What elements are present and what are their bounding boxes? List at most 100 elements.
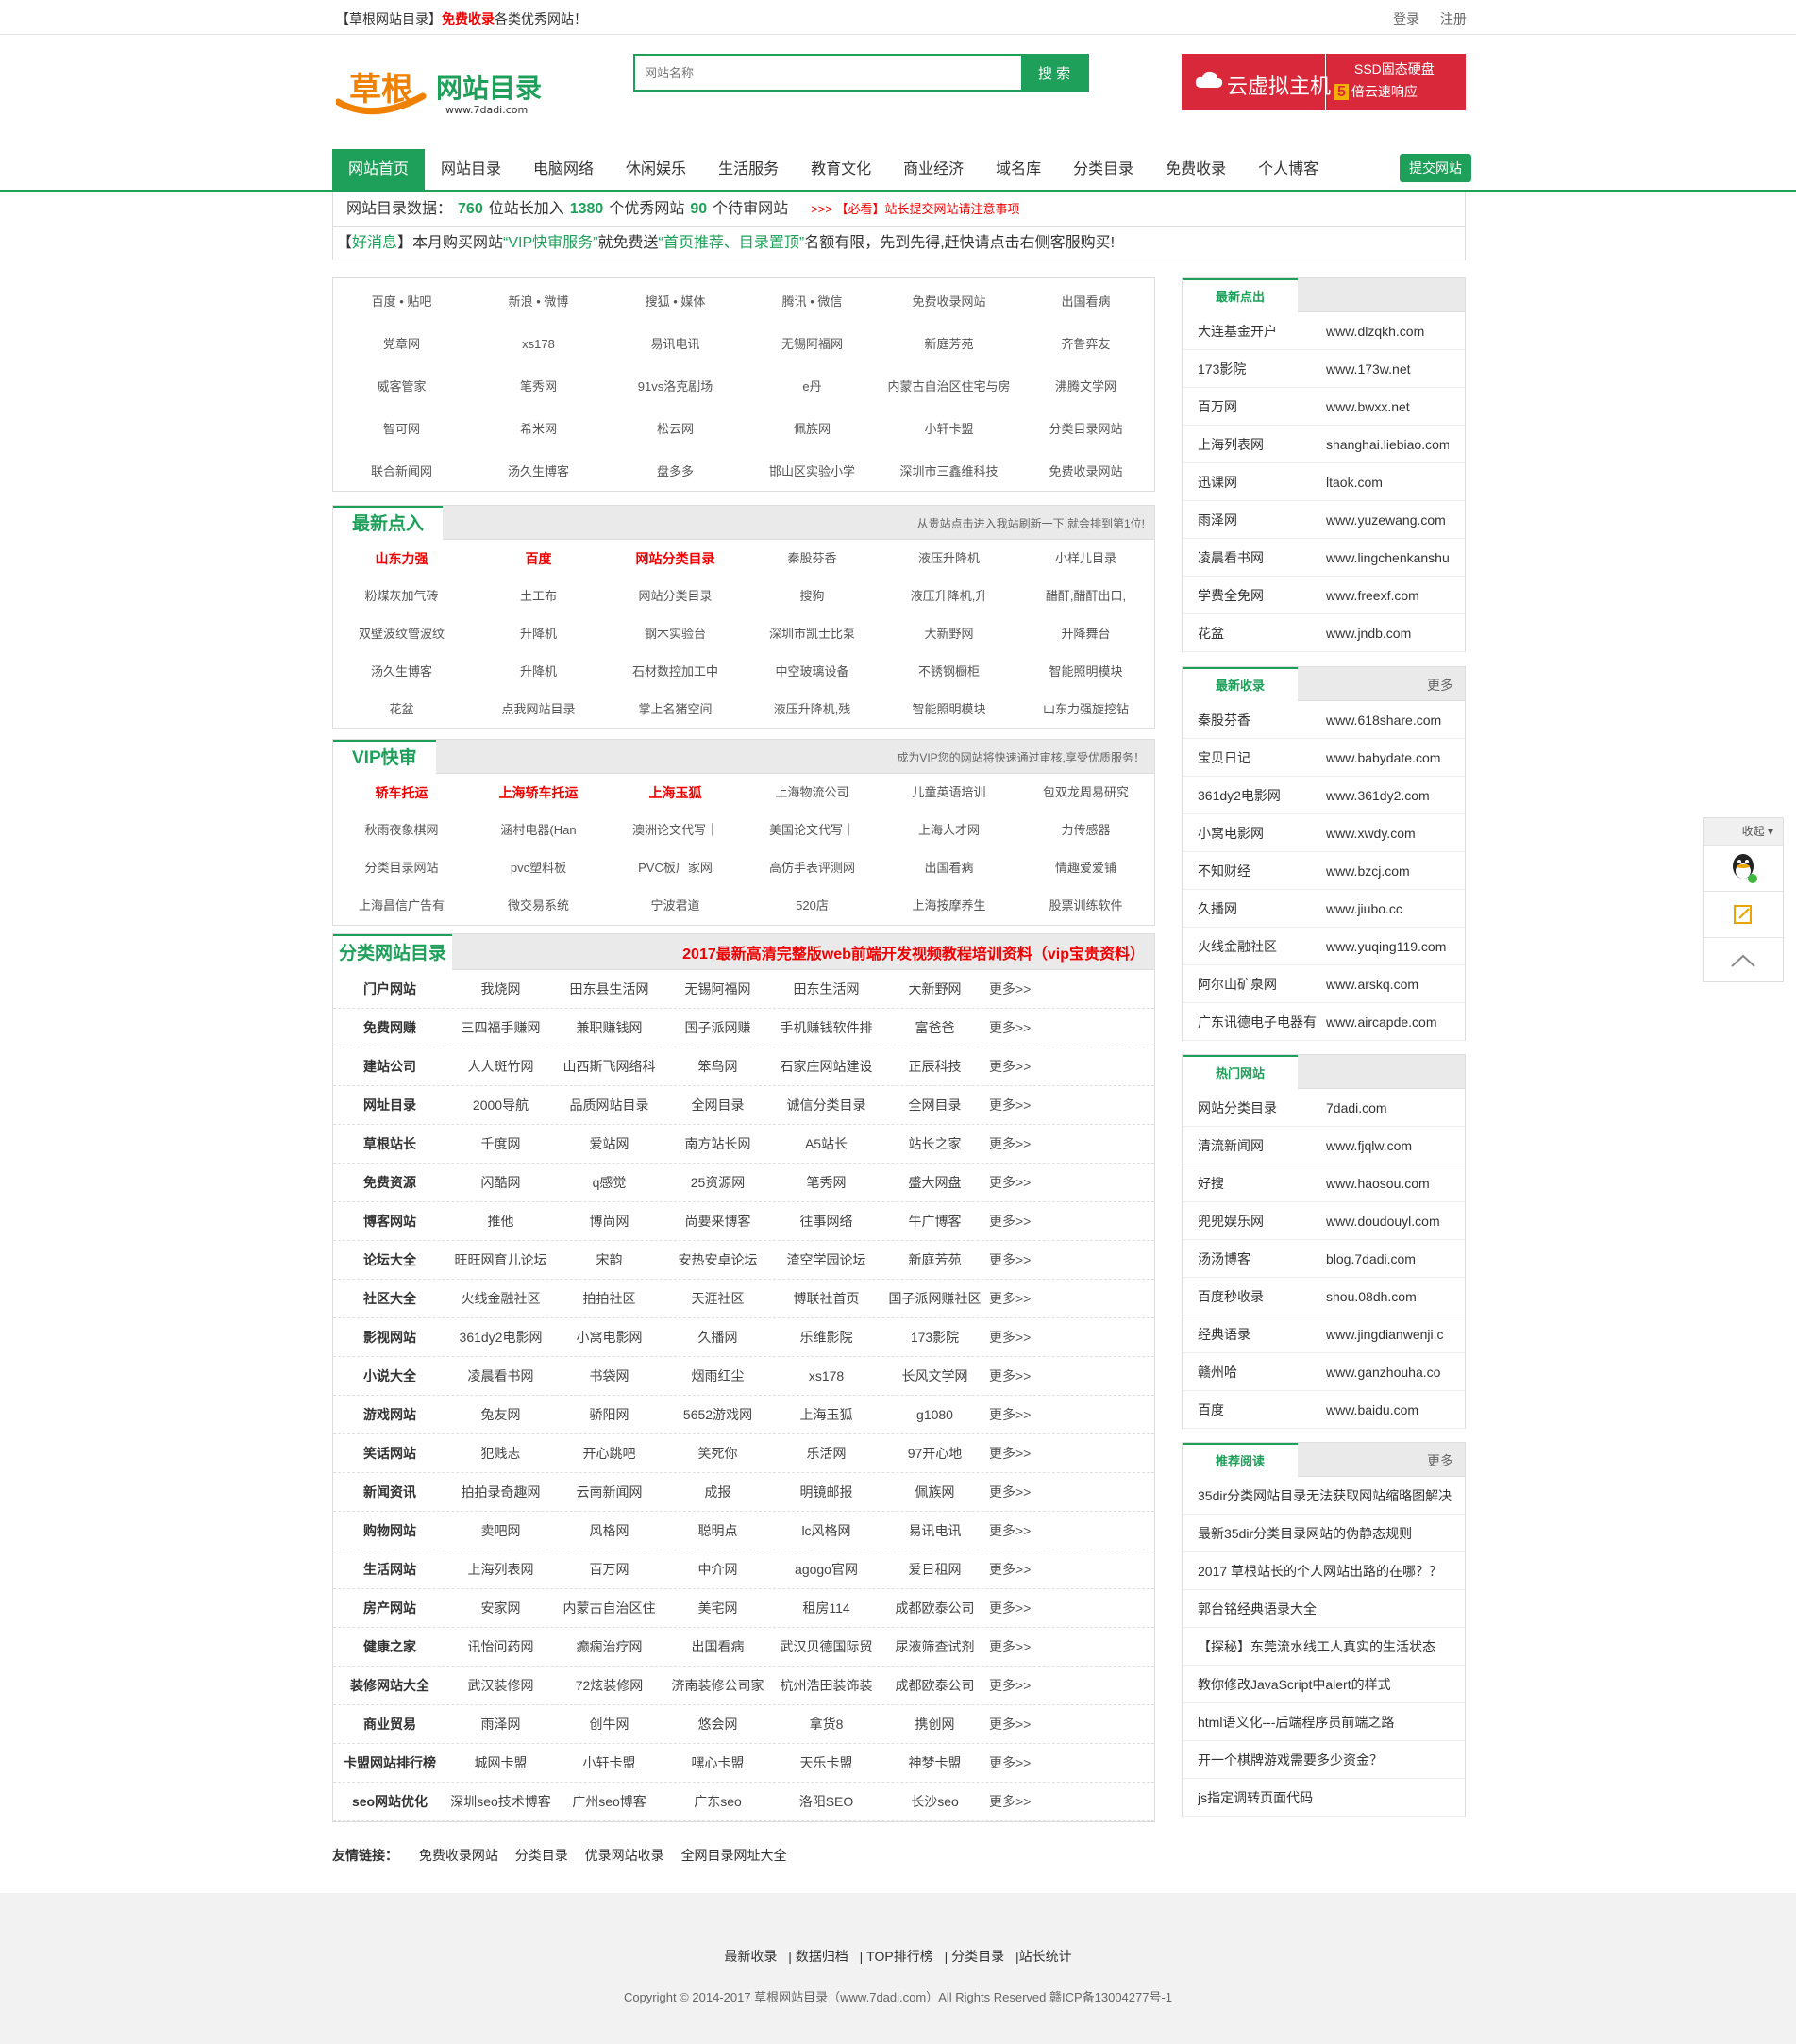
latest-out-item[interactable]: 173影院 www.173w.net <box>1183 350 1465 388</box>
category-site-link[interactable]: 美宅网 <box>663 1589 772 1627</box>
more-link[interactable]: 更多>> <box>989 1047 1098 1085</box>
more-link[interactable]: 更多>> <box>989 1434 1098 1472</box>
category-site-link[interactable]: 广东seo <box>663 1783 772 1820</box>
latest-in-link[interactable]: 智能照明模块 <box>881 691 1017 729</box>
category-name[interactable]: 商业贸易 <box>333 1705 446 1743</box>
category-site-link[interactable]: 爱日租网 <box>881 1550 989 1588</box>
category-site-link[interactable]: 悠会网 <box>663 1705 772 1743</box>
nav-life[interactable]: 生活服务 <box>702 149 795 192</box>
category-site-link[interactable]: 风格网 <box>555 1512 663 1550</box>
category-site-link[interactable]: 田东生活网 <box>772 970 881 1008</box>
category-site-link[interactable]: 拍拍社区 <box>555 1280 663 1317</box>
category-site-link[interactable]: 站长之家 <box>881 1125 989 1163</box>
hot-site-item[interactable]: 清流新闻网 www.fjqlw.com <box>1183 1127 1465 1164</box>
more-link[interactable]: 更多>> <box>989 1318 1098 1356</box>
category-site-link[interactable]: 大新野网 <box>881 970 989 1008</box>
category-site-link[interactable]: 笨鸟网 <box>663 1047 772 1085</box>
category-name[interactable]: 社区大全 <box>333 1280 446 1317</box>
category-site-link[interactable]: 富爸爸 <box>881 1009 989 1047</box>
featured-site-link[interactable]: 汤久生博客 <box>470 450 607 493</box>
nav-category[interactable]: 分类目录 <box>1057 149 1150 192</box>
featured-site-link[interactable]: 盘多多 <box>607 450 744 493</box>
hot-site-item[interactable]: 百度 www.baidu.com <box>1183 1391 1465 1429</box>
category-site-link[interactable]: 尿液筛查试剂 <box>881 1628 989 1666</box>
latest-in-link[interactable]: 升降机 <box>470 653 607 691</box>
category-name[interactable]: 论坛大全 <box>333 1241 446 1279</box>
latest-out-item[interactable]: 大连基金开户 www.dlzqkh.com <box>1183 312 1465 350</box>
category-site-link[interactable]: 牛广博客 <box>881 1202 989 1240</box>
recommended-item[interactable]: js指定调转页面代码 <box>1183 1779 1465 1817</box>
footer-link[interactable]: | TOP排行榜 <box>860 1949 933 1964</box>
category-site-link[interactable]: 小轩卡盟 <box>555 1744 663 1782</box>
hot-sites-title[interactable]: 热门网站 <box>1183 1055 1298 1089</box>
latest-included-item[interactable]: 小窝电影网 www.xwdy.com <box>1183 814 1465 852</box>
footer-link[interactable]: | 分类目录 <box>945 1949 1005 1964</box>
latest-out-item[interactable]: 学费全免网 www.freexf.com <box>1183 577 1465 614</box>
category-site-link[interactable]: 城网卡盟 <box>446 1744 555 1782</box>
category-name[interactable]: 卡盟网站排行榜 <box>333 1744 446 1782</box>
search-button[interactable]: 搜 索 <box>1021 56 1087 90</box>
recommended-item[interactable]: 开一个棋牌游戏需要多少资金？ <box>1183 1741 1465 1779</box>
category-site-link[interactable]: 聪明点 <box>663 1512 772 1550</box>
recommended-item[interactable]: html语义化---后端程序员前端之路 <box>1183 1703 1465 1741</box>
category-site-link[interactable]: 成都欧泰公司 <box>881 1667 989 1704</box>
latest-in-link[interactable]: 石材数控加工中 <box>607 653 744 691</box>
more-link[interactable]: 更多>> <box>989 970 1098 1008</box>
category-site-link[interactable]: 广州seo博客 <box>555 1783 663 1820</box>
category-site-link[interactable]: 洛阳SEO <box>772 1783 881 1820</box>
friend-link[interactable]: 全网目录网址大全 <box>681 1848 787 1863</box>
latest-included-title[interactable]: 最新收录 <box>1183 667 1298 701</box>
category-site-link[interactable]: 安家网 <box>446 1589 555 1627</box>
category-site-link[interactable]: 正辰科技 <box>881 1047 989 1085</box>
latest-included-item[interactable]: 秦股芬香 www.618share.com <box>1183 701 1465 739</box>
category-site-link[interactable]: 天乐卡盟 <box>772 1744 881 1782</box>
category-site-link[interactable]: 国子派网赚社区 <box>881 1280 989 1317</box>
latest-in-link[interactable]: 山东力强 <box>333 540 470 578</box>
category-site-link[interactable]: 笑死你 <box>663 1434 772 1472</box>
category-site-link[interactable]: 新庭芳苑 <box>881 1241 989 1279</box>
featured-site-link[interactable]: xs178 <box>470 323 607 365</box>
more-link[interactable]: 更多>> <box>989 1550 1098 1588</box>
latest-in-link[interactable]: 深圳市凯士比泵 <box>744 615 881 653</box>
featured-site-link[interactable]: 易讯电讯 <box>607 323 744 365</box>
latest-out-item[interactable]: 迅课网 ltaok.com <box>1183 463 1465 501</box>
category-site-link[interactable]: 国子派网赚 <box>663 1009 772 1047</box>
latest-included-item[interactable]: 361dy2电影网 www.361dy2.com <box>1183 777 1465 814</box>
vip-site-link[interactable]: 微交易系统 <box>470 887 607 925</box>
latest-in-link[interactable]: 智能照明模块 <box>1017 653 1154 691</box>
more-link[interactable]: 更多>> <box>989 1628 1098 1666</box>
vip-site-link[interactable]: 520店 <box>744 887 881 925</box>
latest-in-link[interactable]: 醋酐,醋酐出口, <box>1017 578 1154 615</box>
latest-in-link[interactable]: 液压升降机 <box>881 540 1017 578</box>
category-site-link[interactable]: 武汉装修网 <box>446 1667 555 1704</box>
latest-in-link[interactable]: 百度 <box>470 540 607 578</box>
featured-site-link[interactable]: 威客管家 <box>333 365 470 408</box>
latest-in-link[interactable]: 升降机 <box>470 615 607 653</box>
featured-site-link[interactable]: 笔秀网 <box>470 365 607 408</box>
category-site-link[interactable]: 拿货8 <box>772 1705 881 1743</box>
vip-site-link[interactable]: 轿车托运 <box>333 774 470 812</box>
category-name[interactable]: 游戏网站 <box>333 1396 446 1433</box>
category-site-link[interactable]: 闪酷网 <box>446 1164 555 1201</box>
category-site-link[interactable]: 神梦卡盟 <box>881 1744 989 1782</box>
category-site-link[interactable]: 出国看病 <box>663 1628 772 1666</box>
category-site-link[interactable]: 笔秀网 <box>772 1164 881 1201</box>
latest-included-item[interactable]: 不知财经 www.bzcj.com <box>1183 852 1465 890</box>
latest-in-link[interactable]: 土工布 <box>470 578 607 615</box>
category-site-link[interactable]: 中介网 <box>663 1550 772 1588</box>
search-input[interactable] <box>635 56 1021 90</box>
featured-site-link[interactable]: 希米网 <box>470 408 607 450</box>
latest-in-link[interactable]: 点我网站目录 <box>470 691 607 729</box>
category-site-link[interactable]: 卖吧网 <box>446 1512 555 1550</box>
recommended-title[interactable]: 推荐阅读 <box>1183 1443 1298 1477</box>
category-site-link[interactable]: 博尚网 <box>555 1202 663 1240</box>
more-link[interactable]: 更多>> <box>989 1086 1098 1124</box>
recommended-item[interactable]: 最新35dir分类目录网站的伪静态规则 <box>1183 1515 1465 1552</box>
category-site-link[interactable]: 山西斯飞网络科 <box>555 1047 663 1085</box>
latest-out-title[interactable]: 最新点出 <box>1183 278 1298 312</box>
featured-site-link[interactable]: 分类目录网站 <box>1017 408 1154 450</box>
category-site-link[interactable]: 雨泽网 <box>446 1705 555 1743</box>
category-site-link[interactable]: 博联社首页 <box>772 1280 881 1317</box>
category-site-link[interactable]: 烟雨红尘 <box>663 1357 772 1395</box>
vip-site-link[interactable]: 澳洲论文代写｜ <box>607 812 744 849</box>
